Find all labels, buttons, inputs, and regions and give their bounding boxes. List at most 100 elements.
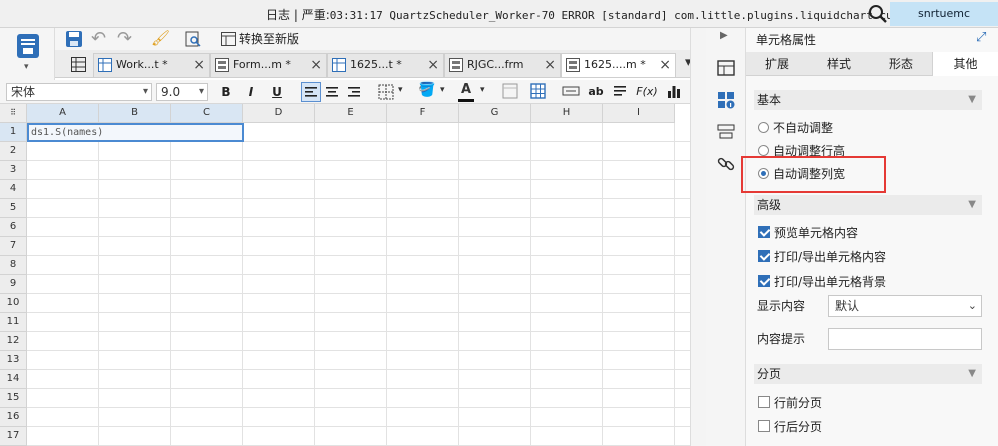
row-header[interactable]: 5 — [0, 199, 27, 218]
close-icon[interactable]: × — [193, 54, 205, 76]
row-header[interactable]: 8 — [0, 256, 27, 275]
radio-no-auto-adjust[interactable]: 不自动调整 — [758, 119, 833, 137]
template-icon[interactable] — [15, 32, 41, 60]
checkbox-print-background[interactable]: 打印/导出单元格背景 — [758, 273, 886, 291]
section-paging[interactable]: 分页 ▼ — [754, 364, 982, 384]
row-header[interactable]: 13 — [0, 351, 27, 370]
checkbox-page-after[interactable]: 行后分页 — [758, 418, 822, 436]
italic-button[interactable]: I — [242, 83, 260, 101]
text-field-icon[interactable] — [562, 85, 580, 97]
close-icon[interactable]: × — [427, 54, 439, 76]
file-tab[interactable]: 1625...t * × — [327, 53, 444, 77]
font-family-select[interactable]: 宋体 ▾ — [6, 83, 152, 101]
bold-button[interactable]: B — [217, 83, 235, 101]
row-header[interactable]: 6 — [0, 218, 27, 237]
gridline — [27, 255, 690, 256]
user-badge[interactable]: snrtuemc — [890, 2, 998, 26]
file-tab[interactable]: Form...m * × — [210, 53, 327, 77]
file-tab[interactable]: Work...t * × — [93, 53, 210, 77]
column-header[interactable]: F — [387, 104, 459, 123]
chevron-down-icon[interactable]: ▾ — [398, 85, 403, 95]
spreadsheet-grid[interactable]: ⠿ ABCDEFGHI 1 2 3 4 5 6 7 8 9 10 11 12 13 14 15 16 17 — [0, 104, 690, 446]
column-header[interactable]: G — [459, 104, 531, 123]
align-center-icon[interactable] — [323, 83, 341, 101]
file-tab[interactable]: RJGC...frm × — [444, 53, 561, 77]
log-text[interactable]: 日志 | 严重:03:31:17 QuartzScheduler_Worker-… — [266, 6, 913, 23]
collapse-arrow-icon[interactable]: ▶ — [720, 30, 728, 41]
row-header[interactable]: 1 — [0, 123, 27, 142]
column-header[interactable]: H — [531, 104, 603, 123]
checkbox-page-before[interactable]: 行前分页 — [758, 394, 822, 412]
tab-expand[interactable]: 扩展 — [746, 52, 808, 76]
cell-a1[interactable]: ds1.S(names) — [27, 123, 244, 142]
close-icon[interactable]: × — [659, 54, 671, 76]
row-header[interactable]: 3 — [0, 161, 27, 180]
chevron-down-icon[interactable]: ▾ — [24, 62, 29, 72]
preview-icon[interactable] — [185, 31, 201, 47]
hyperlink-icon[interactable] — [716, 154, 736, 174]
column-header[interactable]: I — [603, 104, 675, 123]
row-header[interactable]: 16 — [0, 408, 27, 427]
chart-icon[interactable] — [666, 83, 682, 99]
row-header[interactable]: 17 — [0, 427, 27, 446]
tab-style[interactable]: 样式 — [808, 52, 870, 76]
table-grid-icon[interactable] — [530, 83, 546, 99]
tooltip-input[interactable] — [828, 328, 982, 350]
column-header[interactable]: A — [27, 104, 99, 123]
grid-scrollbar[interactable] — [690, 28, 706, 446]
chevron-down-icon[interactable]: ▾ — [480, 85, 485, 95]
section-advanced[interactable]: 高级 ▼ — [754, 195, 982, 215]
row-header[interactable]: 11 — [0, 313, 27, 332]
tab-other[interactable]: 其他 — [932, 52, 998, 76]
gridline — [27, 217, 690, 218]
row-header[interactable]: 15 — [0, 389, 27, 408]
text-color-button[interactable]: A — [458, 82, 474, 102]
convert-button[interactable]: 转换至新版 — [219, 29, 299, 49]
underline-button[interactable]: U — [268, 83, 286, 101]
close-icon[interactable]: × — [544, 54, 556, 76]
fill-color-icon[interactable]: 🪣 — [418, 82, 435, 98]
undo-icon[interactable]: ↶ — [91, 28, 106, 49]
cell-element-icon[interactable] — [716, 58, 736, 78]
save-icon[interactable] — [65, 30, 83, 48]
gridline — [530, 123, 531, 446]
merge-icon[interactable] — [502, 83, 518, 99]
panel-title: 单元格属性 — [756, 33, 817, 47]
align-right-icon[interactable] — [345, 83, 363, 101]
widget-settings-icon[interactable] — [716, 122, 736, 142]
close-icon[interactable]: × — [310, 54, 322, 76]
row-header[interactable]: 14 — [0, 370, 27, 389]
row-header[interactable]: 10 — [0, 294, 27, 313]
section-basic[interactable]: 基本 ▼ — [754, 90, 982, 110]
row-header[interactable]: 7 — [0, 237, 27, 256]
file-tab-active[interactable]: 1625....m * × — [561, 53, 676, 77]
wrap-text-icon[interactable] — [612, 83, 628, 99]
search-icon[interactable] — [868, 4, 888, 24]
row-header[interactable]: 4 — [0, 180, 27, 199]
text-ab-button[interactable]: ab — [587, 83, 605, 101]
column-header[interactable]: D — [243, 104, 315, 123]
tab-form[interactable]: 形态 — [870, 52, 932, 76]
select-all-corner[interactable]: ⠿ — [0, 104, 27, 123]
redo-icon[interactable]: ↷ — [117, 28, 132, 49]
chevron-down-icon[interactable]: ▾ — [440, 85, 445, 95]
report-file-icon — [332, 58, 346, 72]
column-header[interactable]: B — [99, 104, 171, 123]
row-header[interactable]: 9 — [0, 275, 27, 294]
checkbox-preview-content[interactable]: 预览单元格内容 — [758, 224, 858, 242]
display-content-select[interactable]: 默认 ⌄ — [828, 295, 982, 317]
formula-button[interactable]: F(x) — [636, 83, 658, 101]
column-header[interactable]: E — [315, 104, 387, 123]
font-size-select[interactable]: 9.0 ▾ — [156, 83, 208, 101]
row-header[interactable]: 12 — [0, 332, 27, 351]
column-header[interactable]: C — [171, 104, 243, 123]
checkbox-print-content[interactable]: 打印/导出单元格内容 — [758, 248, 886, 266]
cell-attributes-icon[interactable] — [716, 90, 736, 110]
new-report-icon[interactable] — [71, 57, 86, 72]
template-menu[interactable]: ▾ — [0, 28, 55, 80]
align-left-button[interactable] — [301, 82, 321, 102]
border-icon[interactable] — [377, 83, 395, 101]
pin-icon[interactable]: ⤢ — [976, 30, 986, 45]
format-painter-icon[interactable]: 🖌 — [151, 29, 170, 47]
row-header[interactable]: 2 — [0, 142, 27, 161]
